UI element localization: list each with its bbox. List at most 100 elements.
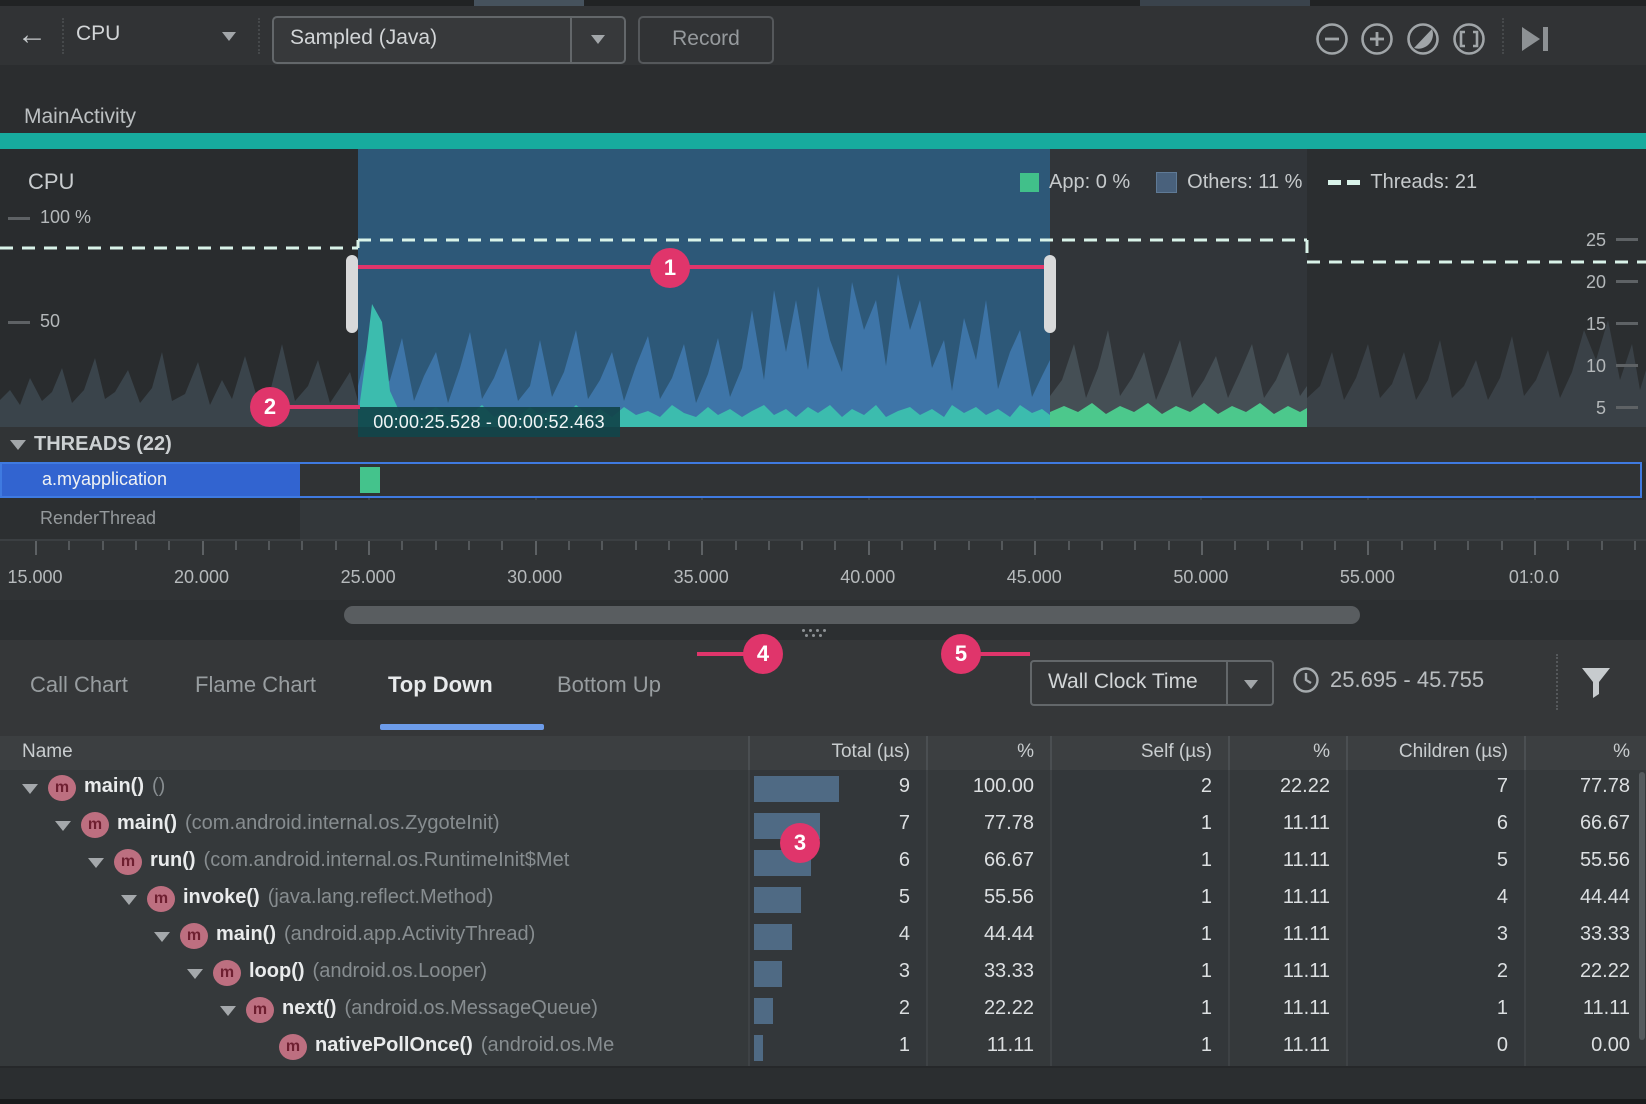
minor-tick bbox=[1334, 541, 1336, 550]
major-tick bbox=[35, 541, 37, 555]
y-axis-tick bbox=[1616, 364, 1638, 367]
annotation-5-line bbox=[977, 652, 1030, 656]
annotation-3: 3 bbox=[780, 823, 820, 863]
column-header-self-s-[interactable]: Self (µs) bbox=[1050, 741, 1212, 763]
cpu-usage-chart[interactable]: CPU 100 % 50 252015105 App: 0 % Others: … bbox=[0, 149, 1646, 427]
tab-bottom-up[interactable]: Bottom Up bbox=[557, 672, 661, 698]
legend-label: Others: 11 % bbox=[1187, 171, 1302, 194]
minor-tick bbox=[635, 541, 637, 550]
total-pct: 22.22 bbox=[926, 997, 1034, 1020]
children-pct: 0.00 bbox=[1524, 1034, 1630, 1057]
expand-triangle-icon[interactable] bbox=[22, 784, 38, 794]
table-row[interactable]: mmain()(android.app.ActivityThread)444.4… bbox=[0, 918, 1646, 955]
tab-top-down[interactable]: Top Down bbox=[388, 672, 493, 698]
panel-splitter-handle[interactable] bbox=[802, 629, 832, 637]
thread-row-renderthread[interactable]: RenderThread bbox=[0, 500, 1646, 539]
minor-tick bbox=[1267, 541, 1269, 550]
column-header--[interactable]: % bbox=[926, 741, 1034, 763]
column-header-name[interactable]: Name bbox=[22, 741, 73, 763]
threads-swatch bbox=[1328, 180, 1360, 185]
range-text: 25.695 - 45.755 bbox=[1330, 667, 1484, 693]
zoom-to-selection-icon[interactable] bbox=[1452, 22, 1486, 56]
threads-header[interactable]: THREADS (22) bbox=[0, 427, 1646, 462]
y-axis-tick bbox=[1616, 406, 1638, 409]
method-badge-icon: m bbox=[147, 886, 175, 912]
self-pct: 22.22 bbox=[1228, 775, 1330, 798]
column-header--[interactable]: % bbox=[1524, 741, 1630, 763]
record-button[interactable]: Record bbox=[638, 16, 774, 64]
table-row[interactable]: mloop()(android.os.Looper)333.33111.1122… bbox=[0, 955, 1646, 992]
table-row[interactable]: mrun()(com.android.internal.os.RuntimeIn… bbox=[0, 844, 1646, 881]
children-value: 7 bbox=[1346, 775, 1508, 798]
thread-row-myapplication[interactable]: a.myapplication bbox=[0, 462, 1642, 498]
go-live-icon[interactable] bbox=[1518, 24, 1552, 54]
self-value: 1 bbox=[1050, 886, 1212, 909]
expand-triangle-icon[interactable] bbox=[220, 1006, 236, 1016]
y-axis-tick bbox=[8, 321, 30, 324]
time-axis-label: 45.000 bbox=[1007, 567, 1062, 588]
annotation-5: 5 bbox=[941, 634, 981, 674]
chevron-down-icon bbox=[591, 35, 605, 44]
column-header-children-s-[interactable]: Children (µs) bbox=[1346, 741, 1508, 763]
clock-type-dropdown[interactable]: Wall Clock Time bbox=[1030, 660, 1274, 706]
table-row[interactable]: mmain()()9100.00222.22777.78 bbox=[0, 770, 1646, 807]
horizontal-scrollbar[interactable] bbox=[344, 606, 1360, 624]
table-row[interactable]: mmain()(com.android.internal.os.ZygoteIn… bbox=[0, 807, 1646, 844]
minor-tick bbox=[1068, 541, 1070, 550]
table-row[interactable]: mnativePollOnce()(android.os.Me111.11111… bbox=[0, 1029, 1646, 1066]
profiler-type-dropdown[interactable]: CPU bbox=[76, 22, 120, 46]
expand-triangle-icon[interactable] bbox=[187, 969, 203, 979]
legend-label: App: 0 % bbox=[1049, 171, 1130, 194]
back-arrow-icon[interactable]: ← bbox=[14, 20, 50, 52]
zoom-out-icon[interactable] bbox=[1315, 22, 1349, 56]
minor-tick bbox=[1301, 541, 1303, 550]
total-value: 5 bbox=[748, 886, 910, 909]
minor-tick bbox=[168, 541, 170, 550]
column-header--[interactable]: % bbox=[1228, 741, 1330, 763]
total-value: 3 bbox=[748, 960, 910, 983]
self-value: 1 bbox=[1050, 849, 1212, 872]
minor-tick bbox=[268, 541, 270, 550]
self-pct: 11.11 bbox=[1228, 1034, 1330, 1057]
minor-tick bbox=[768, 541, 770, 550]
expand-triangle-icon[interactable] bbox=[154, 932, 170, 942]
minor-tick bbox=[1434, 541, 1436, 550]
tab-call-chart[interactable]: Call Chart bbox=[30, 672, 128, 698]
selection-handle-left[interactable] bbox=[346, 255, 358, 333]
expand-triangle-icon[interactable] bbox=[121, 895, 137, 905]
minor-tick bbox=[235, 541, 237, 550]
legend-label: Threads: 21 bbox=[1370, 171, 1477, 194]
minor-tick bbox=[1168, 541, 1170, 550]
selection-handle-right[interactable] bbox=[1044, 255, 1056, 333]
children-pct: 77.78 bbox=[1524, 775, 1630, 798]
time-axis-label: 40.000 bbox=[840, 567, 895, 588]
minor-tick bbox=[102, 541, 104, 550]
minor-tick bbox=[834, 541, 836, 550]
annotation-4: 4 bbox=[743, 634, 783, 674]
method-name: main()(com.android.internal.os.ZygoteIni… bbox=[117, 812, 746, 835]
active-tab-underline bbox=[380, 724, 544, 730]
time-axis-label: 55.000 bbox=[1340, 567, 1395, 588]
table-row[interactable]: minvoke()(java.lang.reflect.Method)555.5… bbox=[0, 881, 1646, 918]
toolbar-separator bbox=[1556, 654, 1558, 710]
filter-icon[interactable] bbox=[1576, 662, 1616, 702]
total-value: 1 bbox=[748, 1034, 910, 1057]
legend-item-app: App: 0 % bbox=[1020, 171, 1130, 194]
reset-zoom-icon[interactable] bbox=[1406, 22, 1440, 56]
tab-flame-chart[interactable]: Flame Chart bbox=[195, 672, 316, 698]
expand-triangle-icon[interactable] bbox=[55, 821, 71, 831]
expand-triangle-icon[interactable] bbox=[88, 858, 104, 868]
zoom-in-icon[interactable] bbox=[1360, 22, 1394, 56]
minor-tick bbox=[1001, 541, 1003, 550]
minor-tick bbox=[1501, 541, 1503, 550]
trace-mode-dropdown[interactable]: Sampled (Java) bbox=[272, 16, 626, 64]
table-row[interactable]: mnext()(android.os.MessageQueue)222.2211… bbox=[0, 992, 1646, 1029]
dropdown-divider bbox=[570, 18, 572, 62]
collapse-triangle-icon[interactable] bbox=[10, 440, 26, 450]
total-pct: 11.11 bbox=[926, 1034, 1034, 1057]
legend-item-threads: Threads: 21 bbox=[1328, 171, 1477, 194]
top-down-table: mmain()()9100.00222.22777.78mmain()(com.… bbox=[0, 770, 1646, 1066]
column-header-total-s-[interactable]: Total (µs) bbox=[748, 741, 910, 763]
minor-tick bbox=[468, 541, 470, 550]
method-name: main()(android.app.ActivityThread) bbox=[216, 923, 746, 946]
